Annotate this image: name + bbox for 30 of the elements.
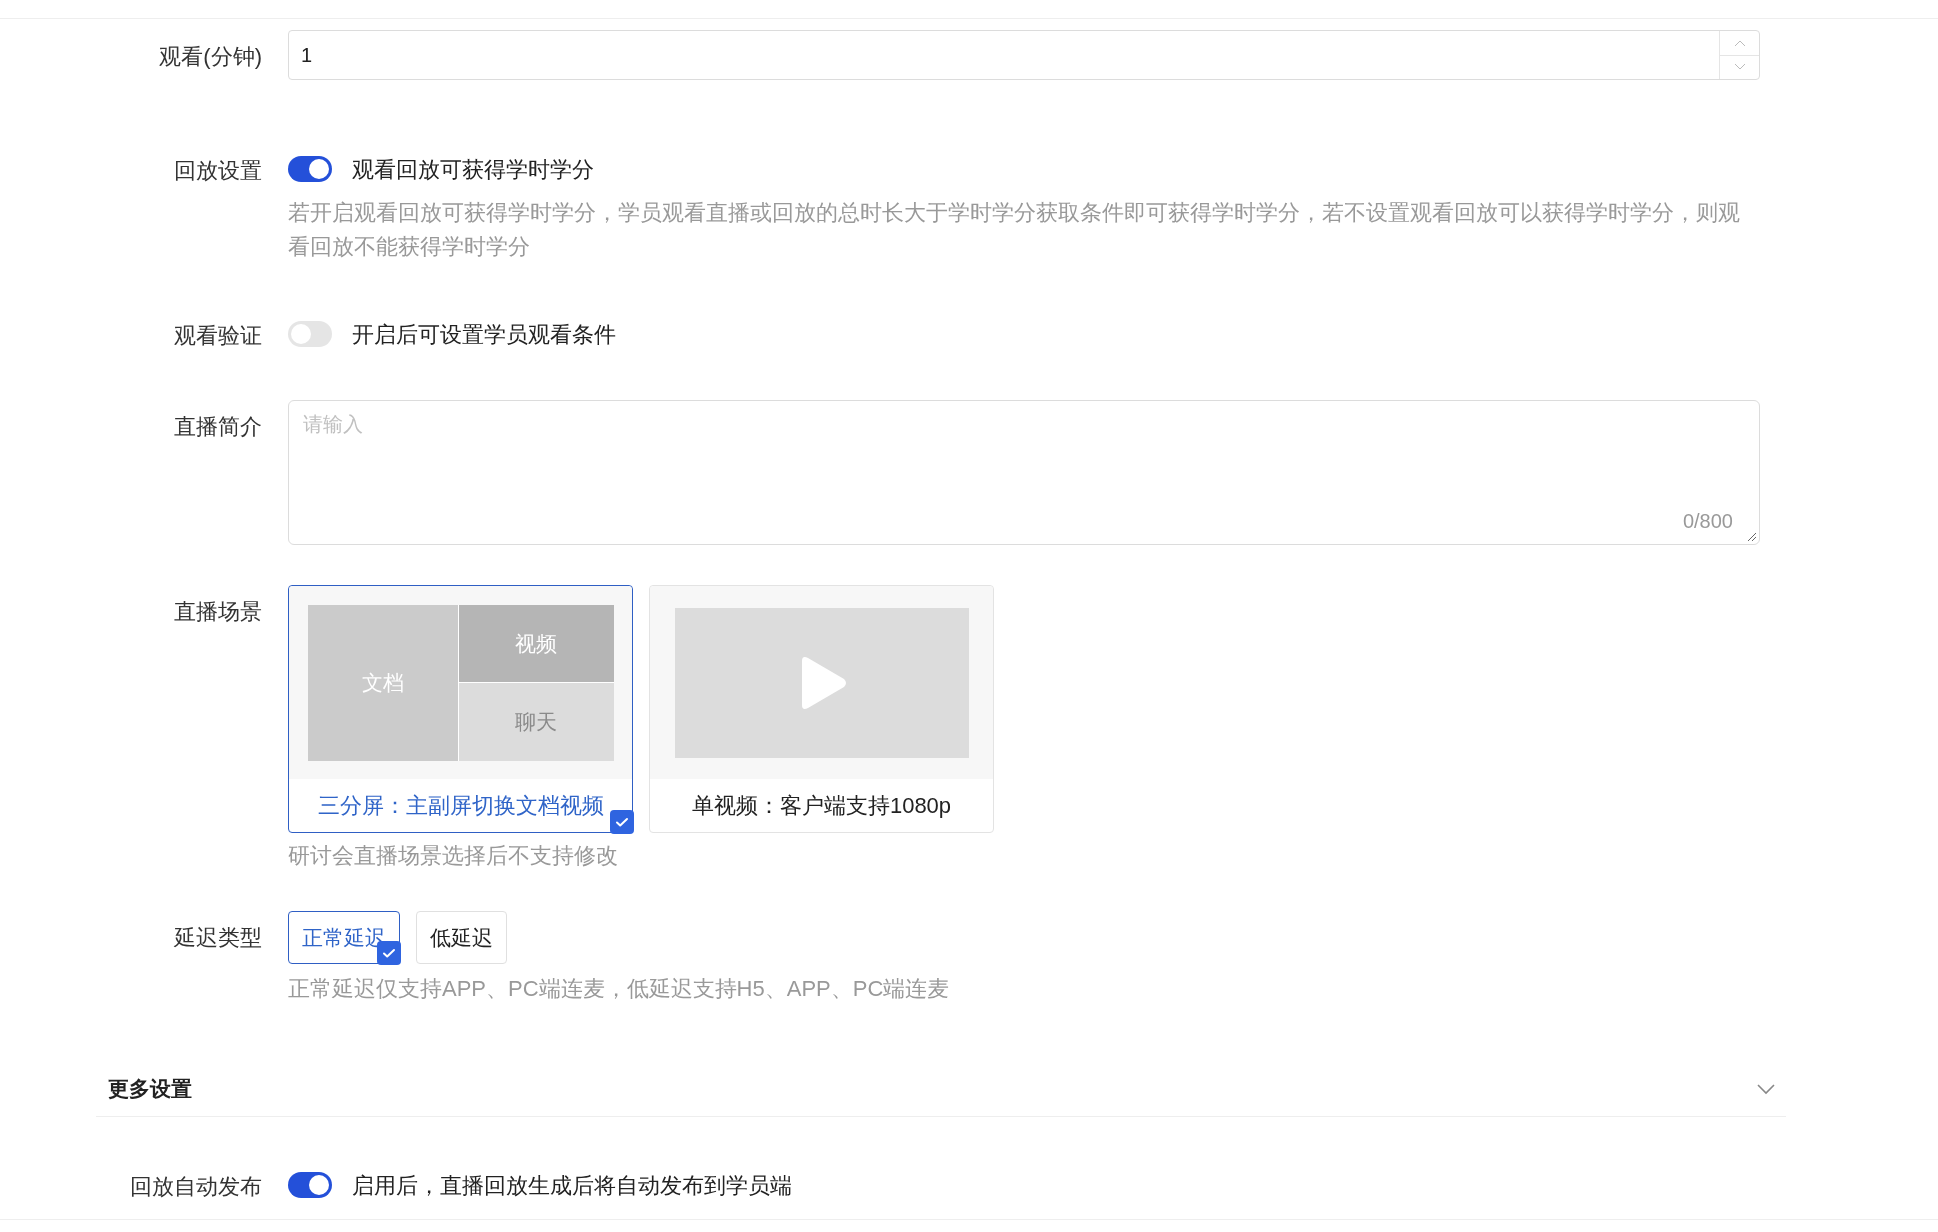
chevron-up-icon (1733, 38, 1746, 47)
toggle-label: 开启后可设置学员观看条件 (352, 320, 616, 349)
toggle-switch[interactable] (288, 321, 332, 347)
option-button[interactable]: 低延迟 (416, 911, 507, 964)
field-label: 回放设置 (174, 157, 262, 185)
section-title: 更多设置 (108, 1076, 192, 1103)
scene-card[interactable]: 单视频：客户端支持1080p (649, 585, 994, 833)
scene-caption: 三分屏：主副屏切换文档视频 (317, 792, 604, 820)
toggle-switch[interactable] (288, 156, 332, 182)
field-label: 观看验证 (174, 322, 262, 350)
pane-label: 聊天 (515, 709, 557, 735)
help-text: 若开启观看回放可获得学时学分，学员观看直播或回放的总时长大于学时学分获取条件即可获得学时学分，若不设置观看回放可以获得学时学分，则观看回放不能获得学时学分 (288, 199, 1741, 261)
chevron-down-icon (1733, 63, 1746, 72)
help-text: 研讨会直播场景选择后不支持修改 (288, 842, 619, 870)
placeholder-text: 请输入 (303, 412, 363, 437)
field-label: 回放自动发布 (130, 1173, 262, 1201)
character-counter: 0/800 (1682, 509, 1733, 534)
pane-label: 视频 (515, 630, 557, 657)
input-value: 1 (300, 43, 314, 68)
field-label: 直播简介 (174, 413, 262, 441)
field-label: 直播场景 (174, 598, 262, 626)
toggle-label: 观看回放可获得学时学分 (352, 155, 594, 184)
help-text: 正常延迟仅支持APP、PC端连麦，低延迟支持H5、APP、PC端连麦 (288, 975, 951, 1003)
resize-handle-icon (1745, 530, 1757, 542)
toggle-switch[interactable] (288, 1172, 332, 1198)
scene-caption: 单视频：客户端支持1080p (691, 792, 952, 820)
chevron-down-icon[interactable] (1756, 1083, 1776, 1095)
field-label: 延迟类型 (174, 924, 262, 952)
toggle-label: 启用后，直播回放生成后将自动发布到学员端 (352, 1171, 792, 1200)
field-label: 观看(分钟) (159, 43, 262, 71)
